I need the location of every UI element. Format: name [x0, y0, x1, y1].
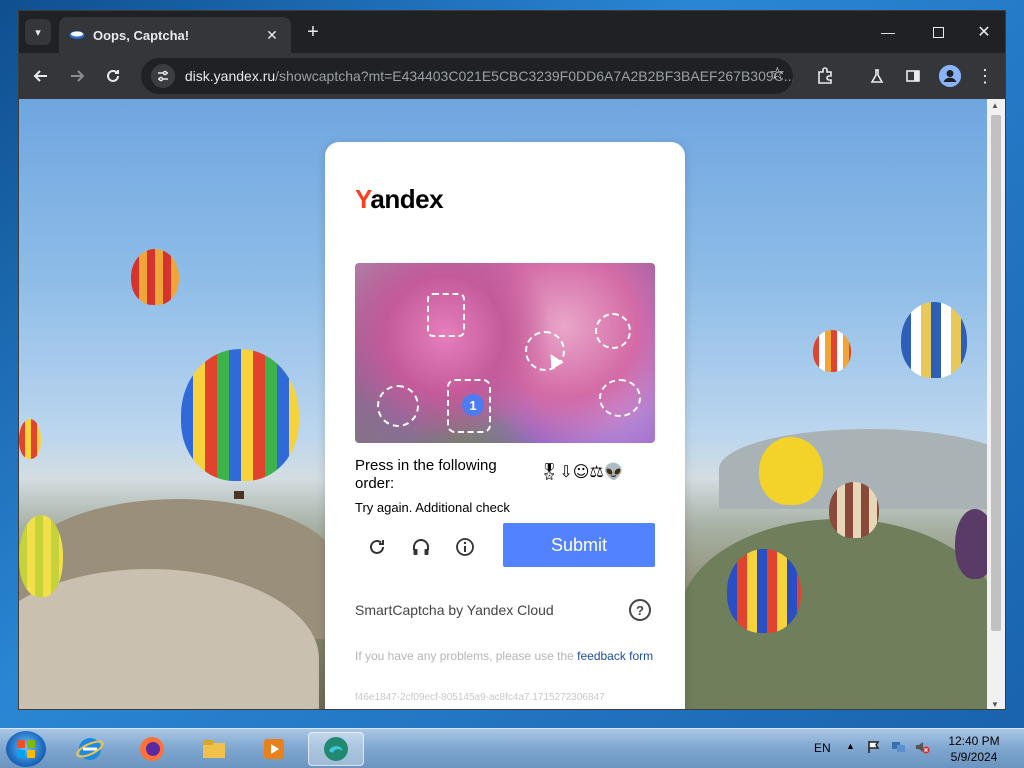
balloon [759, 437, 823, 505]
tab-active[interactable]: Oops, Captcha! ✕ [59, 17, 291, 53]
firefox-icon[interactable] [124, 732, 180, 766]
site-settings-icon[interactable] [151, 64, 175, 88]
balloon [955, 509, 989, 579]
chevron-down-icon: ▾ [35, 26, 41, 39]
volume-muted-icon[interactable] [914, 739, 930, 758]
help-question-icon[interactable]: ? [629, 599, 651, 621]
landscape-hill [679, 519, 989, 709]
network-icon[interactable] [890, 739, 906, 758]
captcha-image[interactable]: 1 [355, 263, 655, 443]
labs-flask-icon[interactable] [863, 62, 891, 90]
minimize-icon[interactable]: — [865, 11, 911, 53]
balloon [813, 330, 851, 372]
edge-browser-icon[interactable] [308, 732, 364, 766]
language-indicator[interactable]: EN [814, 741, 831, 755]
browser-window: ▾ Oops, Captcha! ✕ + — ✕ disk.yandex.ru … [18, 10, 1006, 710]
captcha-status-message: Try again. Additional check [355, 500, 510, 515]
new-tab-button[interactable]: + [301, 21, 325, 45]
captcha-glyph-scales[interactable] [599, 379, 641, 417]
back-arrow-icon[interactable] [27, 62, 55, 90]
close-tab-icon[interactable]: ✕ [263, 27, 281, 44]
reload-icon[interactable] [99, 62, 127, 90]
request-id: f46e1847-2cf09ecf-805145a9-ac8fc4a7.1715… [355, 692, 605, 703]
order-icons-sequence: 🎖⇩☺⚖👽 [539, 462, 624, 481]
feedback-note: If you have any problems, please use the… [355, 649, 654, 663]
maximize-icon[interactable] [915, 11, 961, 53]
extensions-icon[interactable] [811, 62, 839, 90]
side-panel-icon[interactable] [899, 62, 927, 90]
system-clock[interactable]: 12:40 PM 5/9/2024 [944, 733, 1004, 765]
url-path: /showcaptcha?mt=E434403C021E5CBC3239F0DD… [275, 68, 793, 84]
captcha-glyph-medal[interactable] [427, 293, 465, 337]
submit-button[interactable]: Submit [503, 523, 655, 567]
smartcaptcha-brand: SmartCaptcha by Yandex Cloud [355, 602, 554, 618]
windows-logo-icon [17, 740, 35, 758]
page-viewport: Yandex 1 Press in the following order: 🎖… [19, 99, 989, 709]
balloon [19, 419, 41, 459]
info-icon[interactable] [452, 534, 478, 560]
captcha-glyph-alien[interactable] [377, 385, 419, 427]
start-button[interactable] [6, 731, 46, 767]
clock-date: 5/9/2024 [950, 750, 998, 764]
balloon-basket [234, 491, 244, 499]
captcha-instruction: Press in the following order: [355, 457, 497, 492]
balloon [181, 349, 299, 481]
scroll-thumb[interactable] [991, 115, 1001, 631]
captcha-card: Yandex 1 Press in the following order: 🎖… [325, 142, 685, 709]
refresh-icon[interactable] [364, 534, 390, 560]
tab-search-button[interactable]: ▾ [25, 19, 51, 45]
selection-order-badge: 1 [462, 394, 484, 416]
taskbar: EN ▲ 12:40 PM 5/9/2024 [0, 728, 1024, 768]
media-player-icon[interactable] [246, 732, 302, 766]
audio-headphones-icon[interactable] [408, 534, 434, 560]
bookmark-star-icon[interactable]: ☆ [770, 64, 785, 84]
scroll-up-icon[interactable]: ▲ [991, 101, 999, 110]
clock-time: 12:40 PM [948, 734, 1000, 748]
menu-kebab-icon[interactable]: ⋮ [971, 62, 999, 90]
balloon [19, 515, 63, 597]
show-hidden-icons-icon[interactable]: ▲ [846, 741, 855, 751]
forward-arrow-icon[interactable] [63, 62, 91, 90]
action-center-flag-icon[interactable] [866, 739, 882, 758]
page-scrollbar[interactable]: ▲ ▼ [987, 99, 1005, 709]
internet-explorer-icon[interactable] [62, 732, 118, 766]
yandex-logo: Yandex [355, 184, 444, 214]
scroll-down-icon[interactable]: ▼ [991, 700, 999, 709]
balloon [727, 549, 801, 633]
file-explorer-icon[interactable] [186, 732, 242, 766]
balloon [829, 482, 879, 538]
yandex-disk-icon [69, 27, 85, 43]
balloon [131, 249, 179, 305]
tab-strip: ▾ Oops, Captcha! ✕ + — ✕ [19, 11, 1005, 53]
browser-toolbar: disk.yandex.ru /showcaptcha?mt=E434403C0… [19, 53, 1005, 99]
profile-avatar-icon[interactable] [939, 65, 961, 87]
balloon [901, 302, 967, 378]
close-window-icon[interactable]: ✕ [961, 11, 1005, 53]
captcha-glyph-smiley[interactable] [595, 313, 631, 349]
feedback-form-link[interactable]: feedback form [577, 649, 653, 663]
address-bar[interactable]: disk.yandex.ru /showcaptcha?mt=E434403C0… [141, 58, 793, 94]
tab-title: Oops, Captcha! [93, 27, 190, 43]
url-host: disk.yandex.ru [184, 68, 276, 84]
